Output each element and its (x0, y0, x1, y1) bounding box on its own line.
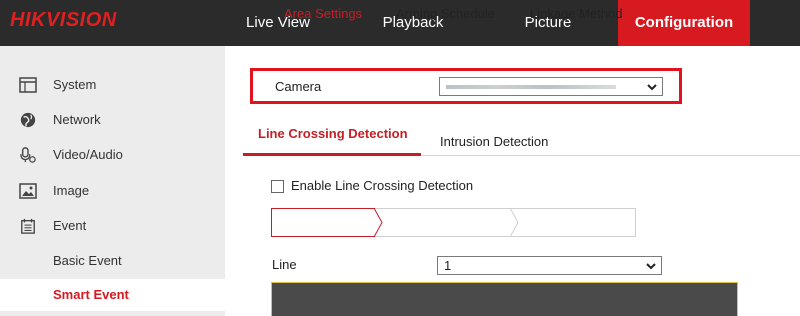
sidebar-item-event[interactable]: Event (0, 209, 225, 243)
sidebar-item-network[interactable]: Network (0, 103, 225, 137)
camera-label: Camera (275, 79, 322, 94)
camera-selector-highlight: Camera (250, 68, 682, 104)
tab-intrusion-detection[interactable]: Intrusion Detection (440, 134, 548, 164)
sidebar-item-label: Network (53, 112, 101, 127)
sidebar-item-label: Video/Audio (53, 147, 123, 162)
sidebar-subitem-basic-event[interactable]: Basic Event (0, 245, 225, 277)
line-label: Line (272, 257, 297, 272)
calendar-icon (21, 218, 35, 234)
sidebar-subitem-smart-event[interactable]: Smart Event (0, 279, 225, 311)
step-area-settings[interactable]: Area Settings (284, 0, 362, 29)
step-arming-schedule[interactable]: Arming Schedule (396, 0, 495, 29)
image-icon (19, 183, 37, 199)
line-select[interactable]: 1 (437, 256, 662, 275)
microphone-icon (20, 147, 36, 163)
sidebar-subitem-label: Basic Event (53, 253, 122, 268)
monitor-icon (19, 77, 37, 93)
sidebar-item-system[interactable]: System (0, 68, 225, 102)
line-select-value: 1 (444, 258, 452, 273)
tab-active-indicator (243, 153, 421, 156)
sidebar-subitem-label: Smart Event (53, 287, 129, 302)
sidebar-item-label: Image (53, 183, 90, 198)
globe-icon (20, 112, 36, 128)
step-linkage-method[interactable]: Linkage Method (530, 0, 623, 29)
camera-select[interactable] (439, 77, 663, 96)
tab-line-crossing-detection[interactable]: Line Crossing Detection (258, 126, 408, 156)
blurred-camera-name (446, 85, 616, 89)
sidebar-item-video-audio[interactable]: Video/Audio (0, 138, 225, 172)
video-preview[interactable] (271, 282, 738, 316)
chevron-down-icon (646, 263, 656, 270)
step-arrow-separator (509, 208, 519, 237)
sidebar-item-image[interactable]: Image (0, 174, 225, 208)
hikvision-logo: HIKVISION (10, 9, 117, 31)
chevron-down-icon (647, 84, 657, 91)
sidebar: System Network Video/Audio Image Event B… (0, 46, 225, 316)
enable-line-crossing-checkbox[interactable] (271, 180, 284, 193)
enable-line-crossing-label: Enable Line Crossing Detection (291, 178, 474, 193)
sidebar-item-label: System (53, 77, 97, 92)
step-active-border (271, 208, 375, 237)
sidebar-item-label: Event (53, 218, 87, 233)
nav-configuration[interactable]: Configuration (618, 0, 750, 46)
step-arrow-separator (373, 208, 383, 237)
